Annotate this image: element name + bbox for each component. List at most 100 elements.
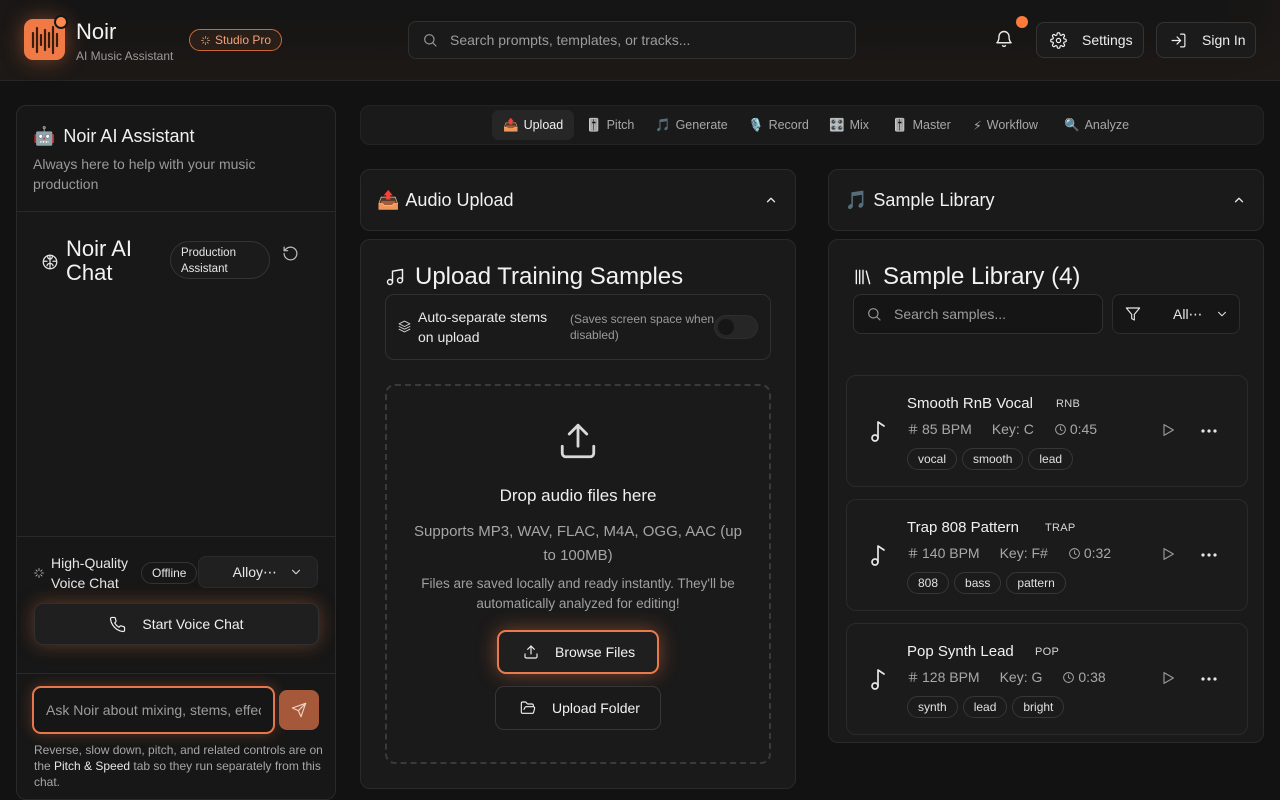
- chevron-up-icon[interactable]: [764, 193, 778, 207]
- sample-duration: 0:32: [1083, 545, 1112, 561]
- audio-upload-header[interactable]: 📤 Audio Upload: [360, 169, 796, 231]
- sample-meta: 128 BPM Key: G 0:38: [907, 669, 1106, 685]
- library-card-title-text: Sample Library (4): [883, 263, 1081, 290]
- sample-library-header[interactable]: 🎵 Sample Library: [828, 169, 1264, 231]
- tag[interactable]: bass: [954, 572, 1002, 594]
- tab-pitch[interactable]: 🎚️ Pitch: [575, 110, 645, 140]
- clock-icon: [1062, 671, 1075, 684]
- start-voice-chat-button[interactable]: Start Voice Chat: [34, 603, 319, 645]
- settings-button[interactable]: Settings: [1036, 22, 1144, 58]
- upload-section-icon: 📤: [377, 189, 400, 210]
- supported-formats: Supports MP3, WAV, FLAC, M4A, OGG, AAC (…: [414, 523, 742, 564]
- global-search-input[interactable]: [450, 32, 810, 48]
- tab-analyze[interactable]: 🔍 Analyze: [1053, 110, 1140, 140]
- record-tab-icon: 🎙️: [748, 117, 764, 132]
- more-options-icon[interactable]: [1201, 553, 1217, 557]
- global-search[interactable]: [408, 21, 856, 59]
- tab-label: Pitch: [606, 118, 635, 132]
- more-options-icon[interactable]: [1201, 677, 1217, 681]
- library-icon: [853, 267, 873, 287]
- upload-icon: [557, 420, 599, 462]
- upload-small-icon: [523, 644, 539, 660]
- chat-input[interactable]: [32, 686, 275, 734]
- tag[interactable]: bright: [1012, 696, 1065, 718]
- refresh-icon[interactable]: [282, 245, 299, 262]
- sample-search[interactable]: [853, 294, 1103, 334]
- sample-bpm: 85 BPM: [922, 421, 972, 437]
- sparkle-icon: [33, 567, 45, 579]
- music-note-icon: [869, 543, 889, 567]
- sample-item[interactable]: Trap 808 Pattern TRAP 140 BPM Key: F# 0:…: [846, 499, 1248, 611]
- tab-generate[interactable]: 🎵 Generate: [644, 110, 739, 140]
- voice-chat-label: High-Quality Voice Chat: [51, 555, 129, 591]
- tag[interactable]: synth: [907, 696, 958, 718]
- browse-files-label: Browse Files: [555, 644, 636, 660]
- tab-master[interactable]: 🎚️ Master: [881, 110, 962, 140]
- master-tab-icon: 🎚️: [892, 117, 908, 132]
- sign-in-button[interactable]: Sign In: [1156, 22, 1256, 58]
- notifications-bell-icon[interactable]: [994, 29, 1014, 49]
- sample-name: Smooth RnB Vocal: [907, 395, 1033, 412]
- genre-badge: RNB: [1056, 398, 1081, 410]
- upload-card: Upload Training Samples Auto-separate st…: [360, 239, 796, 789]
- sample-name: Pop Synth Lead: [907, 643, 1014, 660]
- hash-icon: [907, 423, 919, 435]
- voice-select[interactable]: Alloy⋯: [198, 556, 318, 588]
- phone-icon: [109, 616, 126, 633]
- toggle-knob: [718, 319, 734, 335]
- auto-separate-toggle[interactable]: [714, 315, 758, 339]
- tag[interactable]: lead: [1028, 448, 1074, 470]
- send-button[interactable]: [279, 690, 319, 730]
- play-icon[interactable]: [1160, 546, 1176, 562]
- sample-meta: 85 BPM Key: C 0:45: [907, 421, 1097, 437]
- tag[interactable]: lead: [962, 696, 1008, 718]
- tag[interactable]: vocal: [907, 448, 958, 470]
- logo-status-dot: [54, 15, 68, 29]
- genre-badge: TRAP: [1045, 522, 1076, 534]
- filter-icon: [1125, 306, 1141, 322]
- studio-pro-badge[interactable]: Studio Pro: [189, 29, 283, 51]
- tab-upload[interactable]: 📤 Upload: [492, 110, 575, 140]
- chevron-up-icon[interactable]: [1232, 193, 1246, 207]
- upload-folder-button[interactable]: Upload Folder: [495, 686, 661, 730]
- sample-key: Key: G: [999, 669, 1043, 685]
- more-options-icon[interactable]: [1201, 429, 1217, 433]
- chevron-down-icon: [289, 565, 303, 579]
- music-note-icon: [869, 667, 889, 691]
- sample-item[interactable]: Smooth RnB Vocal RNB 85 BPM Key: C 0:45 …: [846, 375, 1248, 487]
- sample-duration: 0:38: [1078, 669, 1106, 685]
- send-icon: [291, 702, 307, 718]
- sample-item[interactable]: Pop Synth Lead POP 128 BPM Key: G 0:38 s…: [846, 623, 1248, 735]
- voice-select-value: Alloy⋯: [232, 563, 277, 580]
- sample-key: Key: F#: [999, 545, 1048, 561]
- tag[interactable]: smooth: [962, 448, 1024, 470]
- tag[interactable]: pattern: [1006, 572, 1066, 594]
- filter-value: All⋯: [1173, 305, 1203, 322]
- clock-icon: [1054, 423, 1067, 436]
- upload-card-title: Upload Training Samples: [385, 263, 683, 291]
- genre-filter-select[interactable]: All⋯: [1112, 294, 1240, 334]
- gear-icon: [1050, 31, 1067, 49]
- analyze-tab-icon: 🔍: [1064, 117, 1080, 132]
- browse-files-button[interactable]: Browse Files: [497, 630, 659, 674]
- upload-tab-icon: 📤: [503, 117, 519, 132]
- play-icon[interactable]: [1160, 670, 1176, 686]
- sample-tags: synth lead bright: [907, 696, 1065, 718]
- robot-icon: 🤖: [33, 126, 56, 146]
- tab-mix[interactable]: 🎛️ Mix: [818, 110, 880, 140]
- drop-zone[interactable]: Drop audio files here Supports MP3, WAV,…: [385, 384, 771, 764]
- sample-search-input[interactable]: [894, 306, 1084, 322]
- app-header: Noir AI Music Assistant Studio Pro Setti…: [0, 0, 1280, 81]
- tab-workflow[interactable]: ⚡ Workflow: [962, 110, 1049, 140]
- workflow-tab-icon: ⚡: [973, 118, 982, 133]
- auto-separate-note: (Saves screen space when disabled): [570, 312, 715, 342]
- pitch-speed-link[interactable]: Pitch & Speed: [54, 759, 130, 773]
- sample-library-title: Sample Library: [873, 189, 995, 210]
- tab-record[interactable]: 🎙️ Record: [737, 110, 820, 140]
- tag[interactable]: 808: [907, 572, 950, 594]
- audio-upload-title: Audio Upload: [405, 189, 514, 210]
- drop-note: Files are saved locally and ready instan…: [421, 576, 735, 611]
- sample-duration: 0:45: [1069, 421, 1098, 437]
- tab-label: Record: [768, 118, 809, 132]
- play-icon[interactable]: [1160, 422, 1176, 438]
